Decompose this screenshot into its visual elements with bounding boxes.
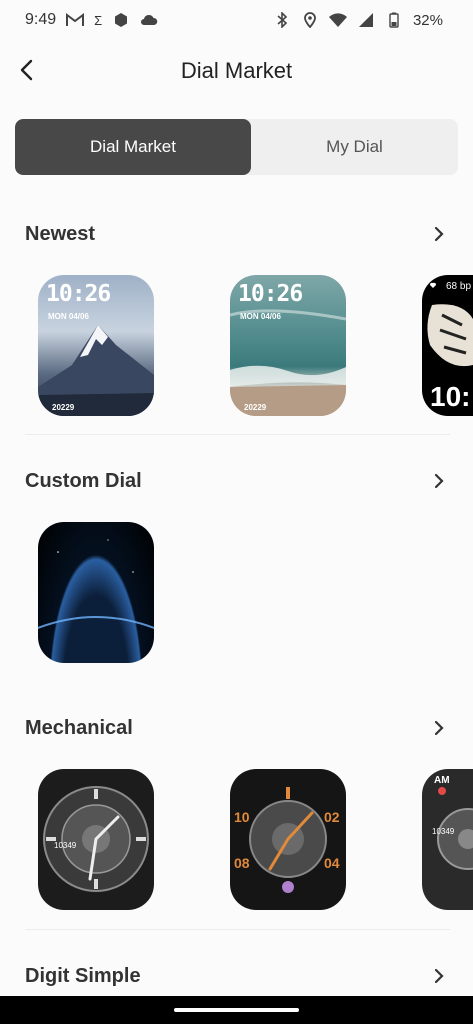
dial-time: 10:26 (238, 281, 303, 307)
divider (25, 929, 450, 930)
dial-number: 04 (324, 855, 340, 871)
location-icon (301, 11, 319, 29)
section-title-mechanical: Mechanical (25, 717, 133, 739)
tab-dial-market[interactable]: Dial Market (15, 119, 251, 175)
heart-rate-text: 68 bp (446, 281, 472, 292)
wifi-icon (328, 11, 347, 29)
dial-date: MON 04/06 (240, 312, 281, 321)
dial-card[interactable]: 10 02 08 04 (230, 769, 346, 910)
mechanical-watch-image (249, 787, 327, 893)
section-title-custom-dial: Custom Dial (25, 470, 142, 492)
mechanical-watch-image (43, 786, 149, 892)
app-header: Dial Market (0, 44, 473, 100)
dial-steps: 20229 (244, 403, 267, 412)
dial-card[interactable]: 10:26 MON 04/06 20229 (230, 275, 346, 416)
gmail-icon (66, 11, 85, 29)
tab-my-dial[interactable]: My Dial (251, 119, 458, 175)
dial-steps: 20229 (52, 403, 75, 412)
cloud-icon (140, 11, 158, 29)
dial-card[interactable]: 10349 (38, 769, 154, 910)
sigma-icon: Σ (94, 12, 103, 28)
dial-number: 02 (324, 809, 340, 825)
dial-number: 10 (234, 809, 250, 825)
dial-steps: 10349 (432, 827, 455, 836)
chevron-right-icon[interactable] (430, 225, 448, 243)
chevron-right-icon[interactable] (430, 967, 448, 985)
earth-horizon-image (38, 539, 154, 630)
home-gesture-pill[interactable] (174, 1008, 299, 1012)
dial-card[interactable]: 10:26 MON 04/06 20229 (38, 275, 154, 416)
dial-date: MON 04/06 (48, 312, 89, 321)
chevron-right-icon[interactable] (430, 719, 448, 737)
system-navigation-bar (0, 996, 473, 1024)
mechanical-watch-image (437, 787, 473, 870)
battery-icon (385, 11, 403, 29)
section-title-digit-simple: Digit Simple (25, 965, 141, 987)
signal-icon (357, 11, 375, 29)
status-time: 9:49 (25, 11, 57, 28)
battery-percent: 32% (412, 11, 443, 29)
page-title: Dial Market (180, 58, 293, 83)
dial-number: 08 (234, 855, 250, 871)
dial-card[interactable]: AM 10349 (422, 769, 473, 910)
dial-card[interactable] (38, 522, 154, 663)
bluetooth-icon (273, 11, 291, 29)
dial-ampm: AM (434, 775, 450, 786)
chevron-right-icon[interactable] (430, 472, 448, 490)
dial-time: 10:26 (46, 281, 111, 307)
hexagon-icon (112, 11, 130, 29)
section-title-newest: Newest (25, 223, 96, 245)
dial-steps: 10349 (54, 841, 77, 850)
status-bar: 9:49 Σ 32% (0, 0, 473, 44)
tab-switcher: Dial Market My Dial (15, 119, 458, 175)
dial-time: 10: (430, 381, 471, 412)
dial-card[interactable]: 68 bp 10: (422, 275, 473, 416)
divider (25, 434, 450, 435)
